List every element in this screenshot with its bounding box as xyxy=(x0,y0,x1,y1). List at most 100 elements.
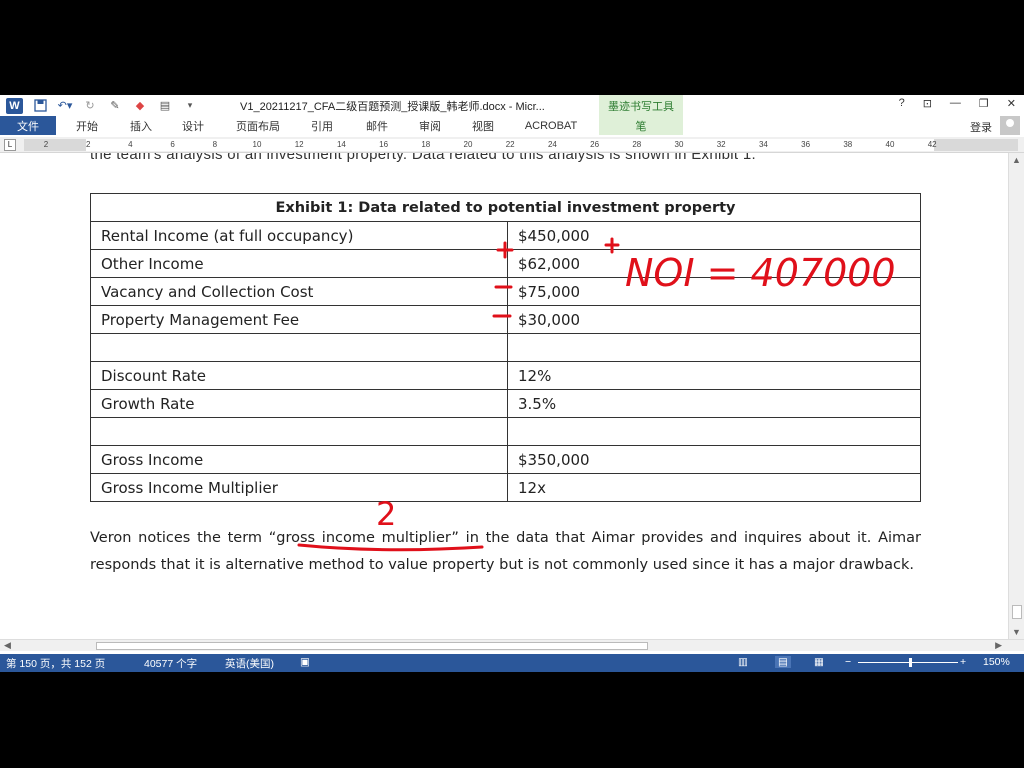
horizontal-scrollbar[interactable]: ◀ ▶ xyxy=(0,639,1024,651)
layout-icon[interactable]: ▤ xyxy=(157,98,173,114)
vertical-scroll-thumb[interactable] xyxy=(1012,605,1022,619)
scroll-right-icon[interactable]: ▶ xyxy=(995,640,1002,651)
ruler-number: 2 xyxy=(85,140,91,149)
document-title: V1_20211217_CFA二级百题预测_授课版_韩老师.docx - Mic… xyxy=(240,101,545,113)
row-value: $350,000 xyxy=(507,445,921,474)
tab-acrobat[interactable]: ACROBAT xyxy=(518,116,584,135)
row-label: Gross Income xyxy=(90,445,508,474)
word-count[interactable]: 40577 个字 xyxy=(144,656,197,671)
scroll-up-icon[interactable]: ▲ xyxy=(1012,155,1021,165)
row-label: Vacancy and Collection Cost xyxy=(90,277,508,306)
horizontal-ruler[interactable]: 2 2 4 6 8 10 12 14 16 18 20 22 24 26 28 30 32 34 36 38 40 42 xyxy=(24,139,1018,151)
horizontal-scroll-thumb[interactable] xyxy=(96,642,648,650)
undo-icon[interactable]: ↶▾ xyxy=(57,98,73,114)
ruler-number: 12 xyxy=(294,140,304,149)
ruler-number: 20 xyxy=(463,140,473,149)
document-page[interactable]: the team's analysis of an investment pro… xyxy=(0,153,1008,639)
window-controls: ? ⊡ — ❐ ✕ xyxy=(899,97,1016,110)
row-value xyxy=(507,333,921,362)
row-value: 3.5% xyxy=(507,389,921,418)
zoom-slider[interactable] xyxy=(858,662,958,663)
scroll-left-icon[interactable]: ◀ xyxy=(4,640,11,651)
row-label: Other Income xyxy=(90,249,508,278)
row-value: 12% xyxy=(507,361,921,390)
customize-dropdown-icon[interactable]: ▾ xyxy=(182,98,198,114)
ruler-right-margin xyxy=(934,139,1018,151)
row-value: $75,000 xyxy=(507,277,921,306)
ruler-number: 24 xyxy=(547,140,557,149)
ruler-number: 26 xyxy=(590,140,600,149)
ruler-number: 34 xyxy=(758,140,768,149)
row-label: Rental Income (at full occupancy) xyxy=(90,221,508,250)
status-bar: 第 150 页，共 152 页 40577 个字 英语(美国) ▣ ▥ ▤ ▦ … xyxy=(0,654,1024,672)
minimize-icon[interactable]: — xyxy=(950,97,961,110)
table-row: Discount Rate 12% xyxy=(90,361,921,390)
pen-icon[interactable]: ✎ xyxy=(107,98,123,114)
page-count[interactable]: 第 150 页，共 152 页 xyxy=(6,656,105,671)
macro-record-icon[interactable]: ▣ xyxy=(300,656,310,668)
language-indicator[interactable]: 英语(美国) xyxy=(225,656,274,671)
ruler-left-margin xyxy=(24,139,86,151)
avatar[interactable] xyxy=(1000,116,1020,135)
ruler-number: 38 xyxy=(843,140,853,149)
word-window: W ↶▾ ↻ ✎ ◆ ▤ ▾ V1_20211217_CFA二级百题预测_授课版… xyxy=(0,95,1024,672)
save-icon[interactable] xyxy=(32,98,48,114)
tab-view[interactable]: 视图 xyxy=(466,116,500,135)
ruler-number: 40 xyxy=(885,140,895,149)
tab-insert[interactable]: 插入 xyxy=(124,116,158,135)
tab-home[interactable]: 开始 xyxy=(70,116,104,135)
ruler-number: 10 xyxy=(252,140,262,149)
row-label xyxy=(90,333,508,362)
zoom-out-icon[interactable]: − xyxy=(845,656,851,668)
table-row-empty xyxy=(90,417,921,446)
tab-review[interactable]: 审阅 xyxy=(413,116,447,135)
zoom-in-icon[interactable]: + xyxy=(960,656,966,668)
web-layout-icon[interactable]: ▦ xyxy=(814,656,824,668)
help-icon[interactable]: ? xyxy=(899,97,905,110)
ruler-number: 14 xyxy=(336,140,346,149)
row-value: 12x xyxy=(507,473,921,502)
tab-layout[interactable]: 页面布局 xyxy=(230,116,286,135)
tab-selector[interactable]: L xyxy=(4,139,16,151)
table-row: Gross Income Multiplier 12x xyxy=(90,473,921,502)
scroll-down-icon[interactable]: ▼ xyxy=(1012,627,1021,637)
row-label xyxy=(90,417,508,446)
table-header-row: Exhibit 1: Data related to potential inv… xyxy=(90,193,921,222)
zoom-level[interactable]: 150% xyxy=(983,656,1010,668)
close-icon[interactable]: ✕ xyxy=(1007,97,1016,110)
zoom-slider-knob[interactable] xyxy=(909,658,912,667)
row-value: $450,000 xyxy=(507,221,921,250)
table-row: Property Management Fee $30,000 xyxy=(90,305,921,334)
ruler-number: 30 xyxy=(674,140,684,149)
tab-mailings[interactable]: 邮件 xyxy=(360,116,394,135)
body-paragraph: Veron notices the term “gross income mul… xyxy=(90,530,921,573)
tab-file[interactable]: 文件 xyxy=(0,116,56,135)
login-link[interactable]: 登录 xyxy=(970,119,992,135)
restore-icon[interactable]: ❐ xyxy=(979,97,989,110)
tab-pen[interactable]: 笔 xyxy=(599,116,683,135)
ruler-number: 2 xyxy=(43,140,49,149)
ruler-number: 6 xyxy=(170,140,175,149)
row-value: $62,000 xyxy=(507,249,921,278)
table-row: Rental Income (at full occupancy) $450,0… xyxy=(90,221,921,250)
eraser-icon[interactable]: ◆ xyxy=(132,98,148,114)
table-row: Other Income $62,000 xyxy=(90,249,921,278)
title-bar: W ↶▾ ↻ ✎ ◆ ▤ ▾ V1_20211217_CFA二级百题预测_授课版… xyxy=(0,95,1024,116)
ruler-number: 18 xyxy=(421,140,431,149)
exhibit-table: Exhibit 1: Data related to potential inv… xyxy=(90,193,921,502)
tab-references[interactable]: 引用 xyxy=(305,116,339,135)
ink-tools-context-title: 墨迹书写工具 xyxy=(599,95,683,116)
table-row-empty xyxy=(90,333,921,362)
row-label: Growth Rate xyxy=(90,389,508,418)
row-value xyxy=(507,417,921,446)
read-mode-icon[interactable]: ▥ xyxy=(738,656,748,668)
print-layout-icon[interactable]: ▤ xyxy=(775,656,791,668)
tab-design[interactable]: 设计 xyxy=(176,116,210,135)
ruler-number: 36 xyxy=(801,140,811,149)
redo-icon[interactable]: ↻ xyxy=(82,98,98,114)
word-logo-icon[interactable]: W xyxy=(6,97,23,114)
cut-off-text-line: the team's analysis of an investment pro… xyxy=(90,153,756,163)
vertical-scrollbar[interactable]: ▲ ▼ xyxy=(1008,153,1024,639)
ribbon-display-icon[interactable]: ⊡ xyxy=(923,97,932,110)
ruler-number: 32 xyxy=(716,140,726,149)
